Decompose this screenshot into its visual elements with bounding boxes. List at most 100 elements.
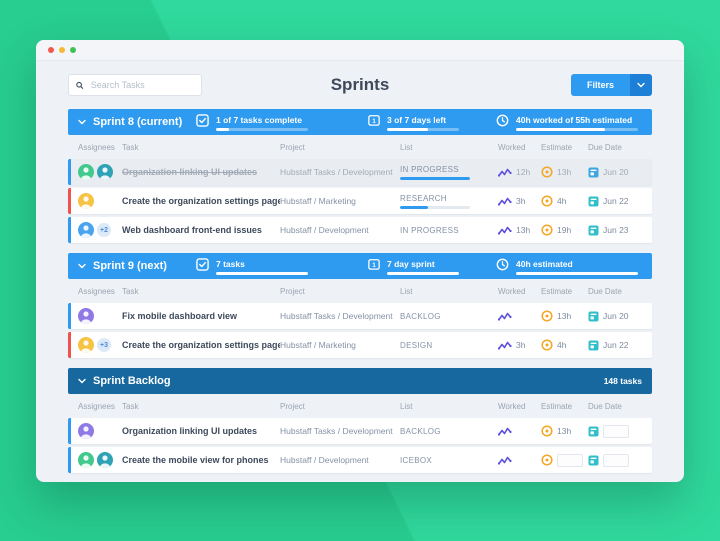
column-header-estimate: Estimate: [541, 143, 588, 152]
sprint-metric-text-group: 3 of 7 days left: [387, 114, 459, 131]
sprint-metric: 17 day sprint: [368, 258, 496, 275]
chevron-down-icon[interactable]: [78, 378, 86, 384]
sprint-metric-progress-fill: [387, 128, 428, 131]
estimate-cell: 4h: [541, 339, 588, 351]
due-calendar-icon: [588, 455, 599, 466]
worked-value: 3h: [516, 196, 525, 206]
sprint-section-header[interactable]: Sprint 9 (next)7 tasks17 day sprint40h e…: [68, 253, 652, 279]
due-calendar-icon: [588, 311, 599, 322]
sprint-metric-progress-fill: [387, 272, 459, 275]
sprint-metric-progress-fill: [516, 272, 638, 275]
estimate-clock-icon: [541, 310, 553, 322]
due-date-cell: Jun 23: [588, 225, 652, 236]
page-title: Sprints: [68, 75, 652, 95]
due-calendar-icon: [588, 196, 599, 207]
project-name: Hubstaff / Development: [280, 225, 400, 235]
assignees-cell: [78, 308, 122, 324]
window-minimize-button[interactable]: [59, 47, 65, 53]
column-header-list: List: [400, 143, 498, 152]
avatar: [97, 452, 113, 468]
task-row[interactable]: Create the mobile view for phonesHubstaf…: [68, 447, 652, 473]
filters-dropdown-toggle[interactable]: [630, 74, 652, 96]
sprint-section-header[interactable]: Sprint Backlog148 tasks: [68, 368, 652, 394]
estimate-value: 4h: [557, 196, 566, 206]
worked-activity-icon: [498, 340, 512, 351]
assignees-cell: [78, 164, 122, 180]
worked-activity-icon: [498, 196, 512, 207]
column-header-due-date: Due Date: [588, 287, 652, 296]
calendar-icon: 1: [368, 258, 380, 270]
sprint-metric-progressbar: [216, 128, 308, 131]
calendar-icon: 1: [368, 258, 380, 270]
sprint-section-title: Sprint Backlog: [93, 375, 171, 387]
task-row[interactable]: +2Web dashboard front-end issuesHubstaff…: [68, 217, 652, 243]
table-column-headers: AssigneesTaskProjectListWorkedEstimateDu…: [68, 138, 652, 156]
due-date-value: Jun 22: [603, 196, 629, 206]
filters-button[interactable]: Filters: [571, 74, 652, 96]
task-row[interactable]: Fix mobile dashboard viewHubstaff Tasks …: [68, 303, 652, 329]
sprint-metric-progress-fill: [516, 128, 605, 131]
sprint-metric: 13 of 7 days left: [368, 114, 496, 131]
sprint-header-title-group: Sprint Backlog: [78, 375, 196, 387]
column-header-due-date: Due Date: [588, 402, 652, 411]
worked-activity-icon: [498, 426, 512, 437]
estimate-clock-icon: [541, 425, 553, 437]
due-calendar-icon: [588, 225, 599, 236]
worked-activity-icon: [498, 167, 512, 178]
column-header-worked: Worked: [498, 287, 541, 296]
task-row[interactable]: +3Create the organization settings pageH…: [68, 332, 652, 358]
clock-icon: [496, 114, 509, 127]
worked-activity-icon: [498, 340, 512, 351]
desktop-background: Sprints Filters Spr: [0, 0, 720, 541]
sprint-section-header[interactable]: Sprint 8 (current)1 of 7 tasks complete1…: [68, 109, 652, 135]
estimate-cell: 19h: [541, 224, 588, 236]
chevron-down-icon[interactable]: [78, 119, 86, 125]
column-header-assignees: Assignees: [78, 143, 122, 152]
worked-cell: 3h: [498, 340, 541, 351]
sprint-metric-progressbar: [387, 128, 459, 131]
window-close-button[interactable]: [48, 47, 54, 53]
worked-activity-icon: [498, 225, 512, 236]
column-header-task: Task: [122, 143, 280, 152]
task-row[interactable]: Create the organization settings pageHub…: [68, 188, 652, 214]
estimate-cell: 13h: [541, 166, 588, 178]
list-name: DESIGN: [400, 341, 498, 350]
sprint-metric-progress-fill: [216, 272, 308, 275]
sprint-metric-progressbar: [516, 272, 638, 275]
task-title: Fix mobile dashboard view: [122, 311, 280, 321]
sprint-metric: 40h worked of 55h estimated: [496, 114, 638, 131]
due-date-empty-field[interactable]: [603, 425, 629, 438]
avatar: [97, 164, 113, 180]
chevron-down-icon[interactable]: [78, 263, 86, 269]
window-maximize-button[interactable]: [70, 47, 76, 53]
column-header-list: List: [400, 402, 498, 411]
worked-activity-icon: [498, 196, 512, 207]
list-name: IN PROGRESS: [400, 165, 498, 174]
task-row[interactable]: Organization linking UI updatesHubstaff …: [68, 418, 652, 444]
sprint-metric-progressbar: [387, 272, 459, 275]
sprint-metric: 7 tasks: [196, 258, 368, 275]
worked-value: 13h: [516, 225, 530, 235]
project-name: Hubstaff Tasks / Development: [280, 426, 400, 436]
clock-icon: [496, 258, 509, 271]
avatar-person-icon: [78, 308, 94, 324]
assignees-cell: +2: [78, 222, 122, 238]
estimate-empty-field[interactable]: [557, 454, 583, 467]
sprint-sections: Sprint 8 (current)1 of 7 tasks complete1…: [68, 109, 652, 473]
due-date-value: Jun 23: [603, 225, 629, 235]
project-name: Hubstaff / Marketing: [280, 340, 400, 350]
due-calendar-icon: [588, 455, 599, 466]
due-date-empty-field[interactable]: [603, 454, 629, 467]
sprint-section-title: Sprint 9 (next): [93, 260, 167, 272]
estimate-clock-icon: [541, 339, 553, 351]
list-name: RESEARCH: [400, 194, 498, 203]
column-header-task: Task: [122, 287, 280, 296]
list-progress-fill: [400, 206, 428, 209]
sprint-metric-text-group: 40h worked of 55h estimated: [516, 114, 638, 131]
filters-label[interactable]: Filters: [571, 74, 630, 96]
due-calendar-icon: [588, 225, 599, 236]
list-progressbar: [400, 177, 470, 180]
task-row[interactable]: Organization linking UI updatesHubstaff …: [68, 159, 652, 185]
list-name: ICEBOX: [400, 456, 498, 465]
due-calendar-icon: [588, 340, 599, 351]
